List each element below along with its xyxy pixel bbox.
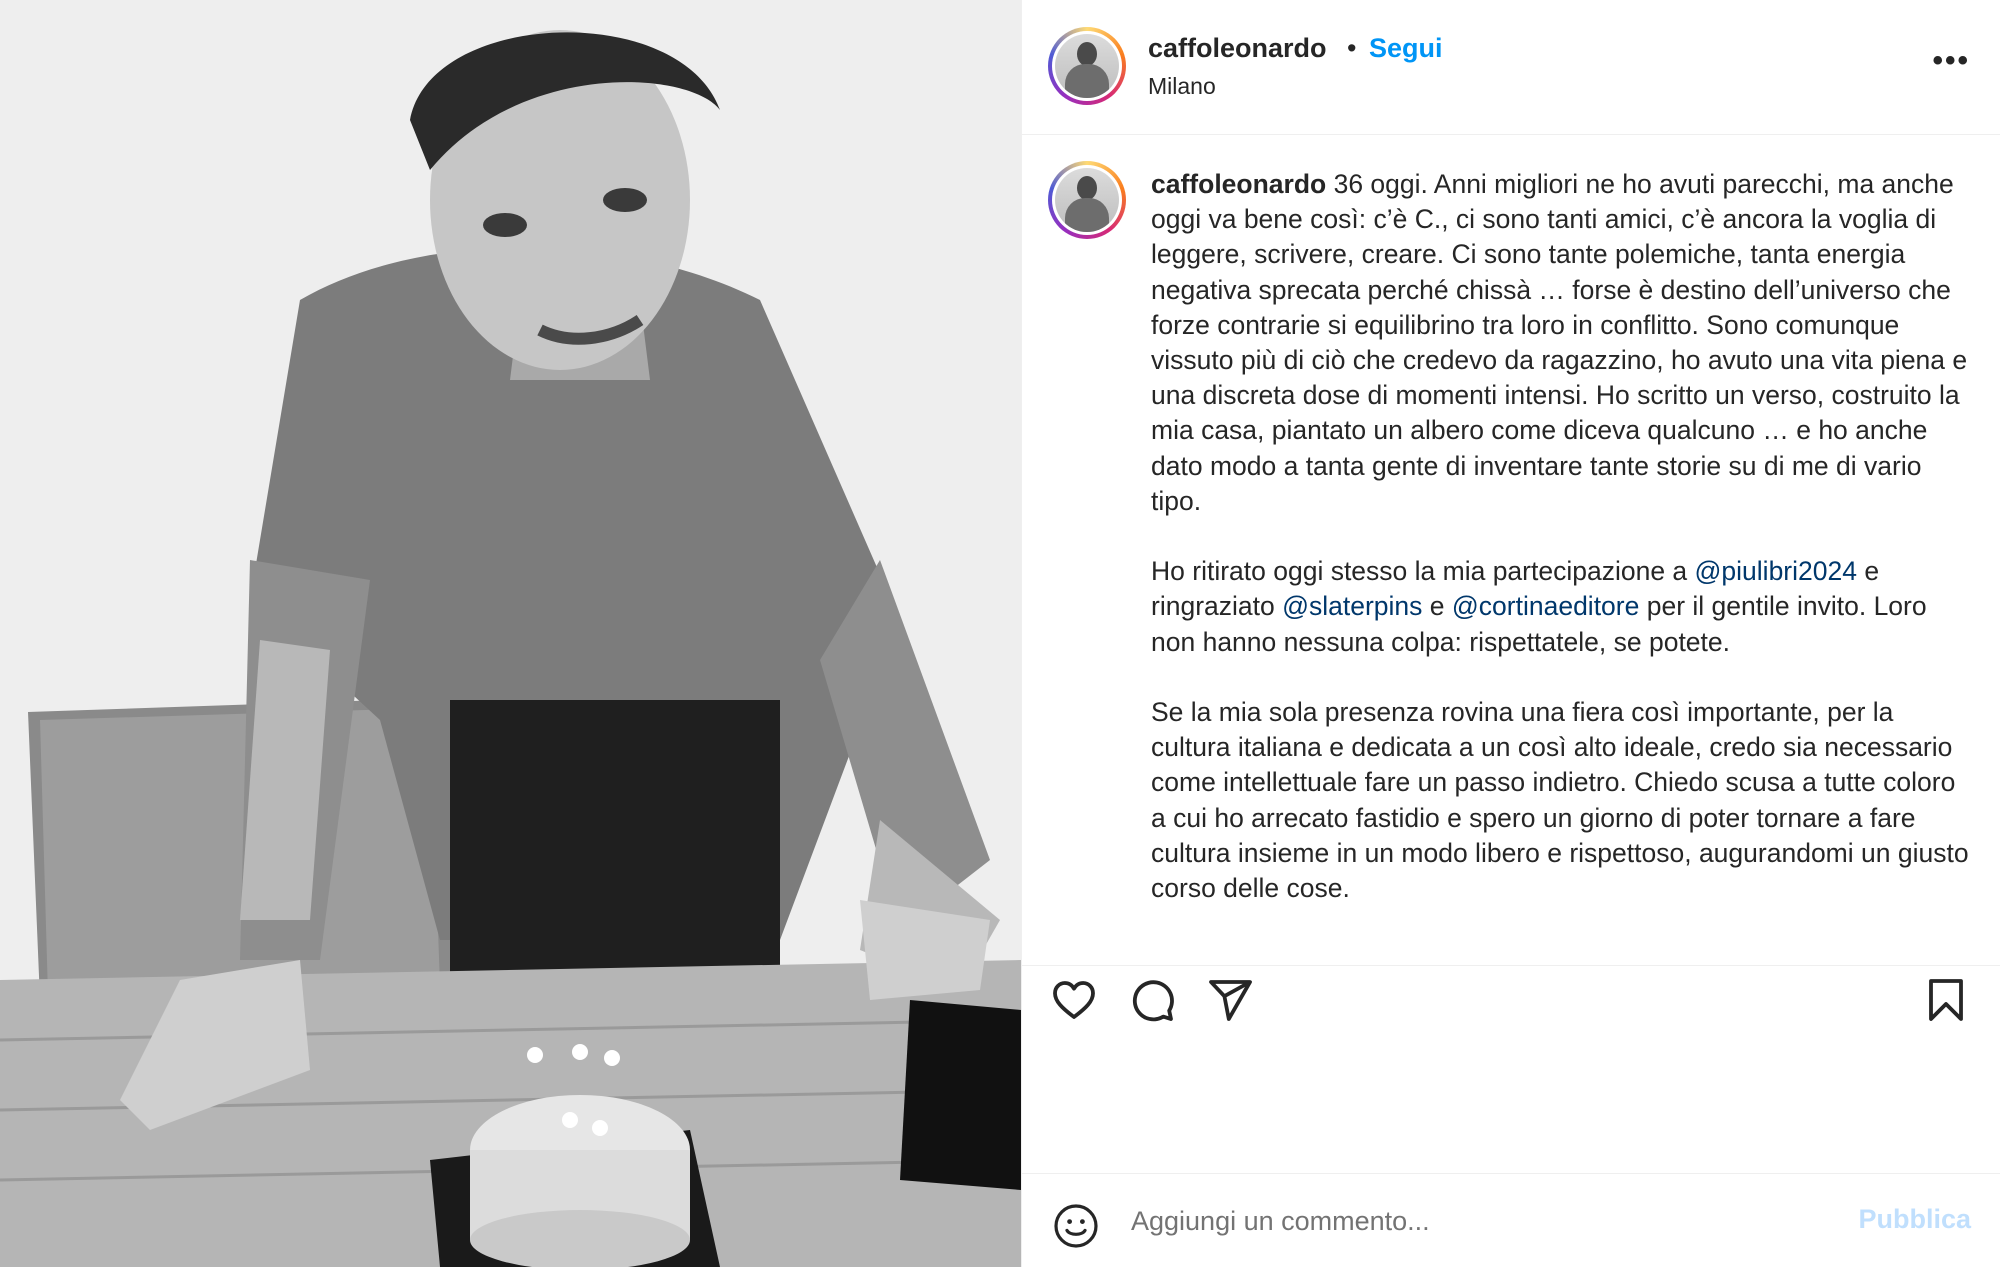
post-header: caffoleonardo • Segui Milano ••• [1022,0,2000,135]
mention-link-cortinaeditore[interactable]: @cortinaeditore [1452,591,1639,621]
caption-avatar[interactable] [1048,161,1126,239]
heart-icon[interactable] [1050,976,1098,1024]
caption-paragraph-1: 36 oggi. Anni migliori ne ho avuti parec… [1151,169,1975,516]
caption-area: caffoleonardo 36 oggi. Anni migliori ne … [1022,135,2000,966]
separator-dot: • [1347,33,1357,63]
username-link[interactable]: caffoleonardo [1148,33,1327,64]
emoji-icon[interactable] [1052,1202,1100,1250]
publish-button[interactable]: Pubblica [1858,1204,1971,1235]
comment-icon[interactable] [1128,976,1176,1024]
avatar-image [1055,34,1119,98]
post-panel: caffoleonardo • Segui Milano ••• caffole… [1021,0,2000,1267]
mention-link-slaterpins[interactable]: @slaterpins [1282,591,1422,621]
comment-input[interactable] [1129,1200,1823,1242]
instagram-post: caffoleonardo • Segui Milano ••• caffole… [0,0,2000,1267]
action-bar [1022,970,2000,1040]
post-caption: caffoleonardo 36 oggi. Anni migliori ne … [1151,167,1971,906]
more-options-icon[interactable]: ••• [1932,44,1970,78]
caption-username-link[interactable]: caffoleonardo [1151,169,1326,199]
mention-link-piulibri[interactable]: @piulibri2024 [1695,556,1857,586]
caption-paragraph-2a: Ho ritirato oggi stesso la mia partecipa… [1151,556,1695,587]
location-link[interactable]: Milano [1148,73,1216,100]
post-photo[interactable] [0,0,1021,1267]
avatar-image [1055,168,1119,232]
post-photo-illustration [0,0,1021,1267]
follow-button[interactable]: Segui [1369,33,1443,64]
comment-bar: Pubblica [1022,1173,2000,1268]
caption-paragraph-3: Se la mia sola presenza rovina una fiera… [1151,697,1976,904]
caption-paragraph-2c: e [1422,591,1452,622]
bookmark-icon[interactable] [1922,976,1970,1024]
profile-avatar[interactable] [1048,27,1126,105]
share-icon[interactable] [1206,976,1254,1024]
